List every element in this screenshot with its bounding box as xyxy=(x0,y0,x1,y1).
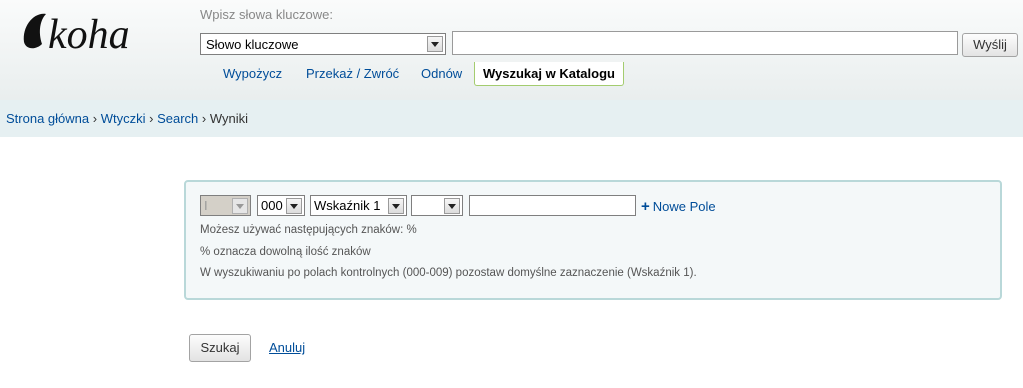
search-button[interactable]: Szukaj xyxy=(189,334,251,362)
chevron-down-icon xyxy=(388,198,404,214)
cancel-link[interactable]: Anuluj xyxy=(269,340,305,355)
tab-catalog-search[interactable]: Wyszukaj w Katalogu xyxy=(474,62,624,86)
search-form-panel: I 000 Wskaźnik 1 + Nowe Pole Możesz używa… xyxy=(184,180,1002,300)
hint-text: W wyszukiwaniu po polach kontrolnych (00… xyxy=(200,267,697,279)
breadcrumb-separator: › xyxy=(92,111,98,126)
new-field-link[interactable]: + Nowe Pole xyxy=(641,198,716,215)
breadcrumb-separator: › xyxy=(149,111,154,126)
field-select[interactable]: 000 xyxy=(257,195,305,216)
svg-text:koha: koha xyxy=(48,12,130,58)
search-type-value: Słowo kluczowe xyxy=(206,37,299,52)
hint-text: % oznacza dowolną ilość znaków xyxy=(200,246,371,258)
breadcrumb-search[interactable]: Search xyxy=(157,111,198,126)
tab-checkout[interactable]: Wypożycz xyxy=(223,62,282,86)
search-input[interactable] xyxy=(452,31,958,55)
tab-renew[interactable]: Odnów xyxy=(421,62,462,86)
chevron-down-icon xyxy=(232,198,248,214)
header: koha Wpisz słowa kluczowe: Słowo kluczow… xyxy=(0,0,1023,100)
search-type-select[interactable]: Słowo kluczowe xyxy=(200,33,446,55)
koha-logo[interactable]: koha xyxy=(20,8,170,58)
field-value: 000 xyxy=(261,198,283,213)
breadcrumb-current: Wyniki xyxy=(209,111,249,126)
tab-checkin[interactable]: Przekaż / Zwróć xyxy=(306,62,399,86)
indicator-select[interactable]: Wskaźnik 1 xyxy=(310,195,407,216)
subfield-select[interactable] xyxy=(411,195,463,216)
new-field-label: Nowe Pole xyxy=(652,199,716,214)
chevron-down-icon xyxy=(444,198,460,214)
chevron-down-icon xyxy=(286,198,302,214)
breadcrumb-home[interactable]: Strona główna xyxy=(6,111,89,126)
value-input[interactable] xyxy=(469,195,636,216)
indicator-value: Wskaźnik 1 xyxy=(314,198,381,213)
hint-text: Możesz używać następujących znaków: % xyxy=(200,224,417,236)
breadcrumb: Strona główna › Wtyczki › Search › Wynik… xyxy=(0,100,1023,137)
breadcrumb-plugins[interactable]: Wtyczki xyxy=(101,111,146,126)
breadcrumb-separator: › xyxy=(201,111,207,126)
search-label: Wpisz słowa kluczowe: xyxy=(200,7,333,22)
chevron-down-icon xyxy=(427,36,443,52)
plus-icon: + xyxy=(641,198,650,215)
operator-select[interactable]: I xyxy=(200,195,251,216)
submit-button[interactable]: Wyślij xyxy=(962,33,1018,57)
koha-logo-graphic: koha xyxy=(23,12,130,58)
operator-value: I xyxy=(204,198,208,213)
